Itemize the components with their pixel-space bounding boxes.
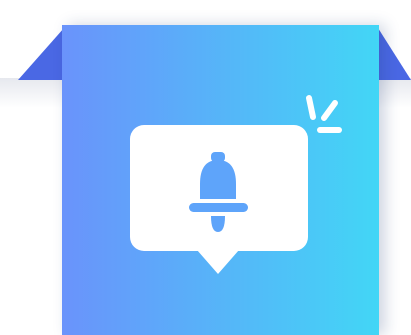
notification-artwork <box>130 95 342 274</box>
notification-illustration <box>0 0 411 335</box>
speech-bubble <box>130 125 308 274</box>
sparkle-icon <box>306 95 342 133</box>
